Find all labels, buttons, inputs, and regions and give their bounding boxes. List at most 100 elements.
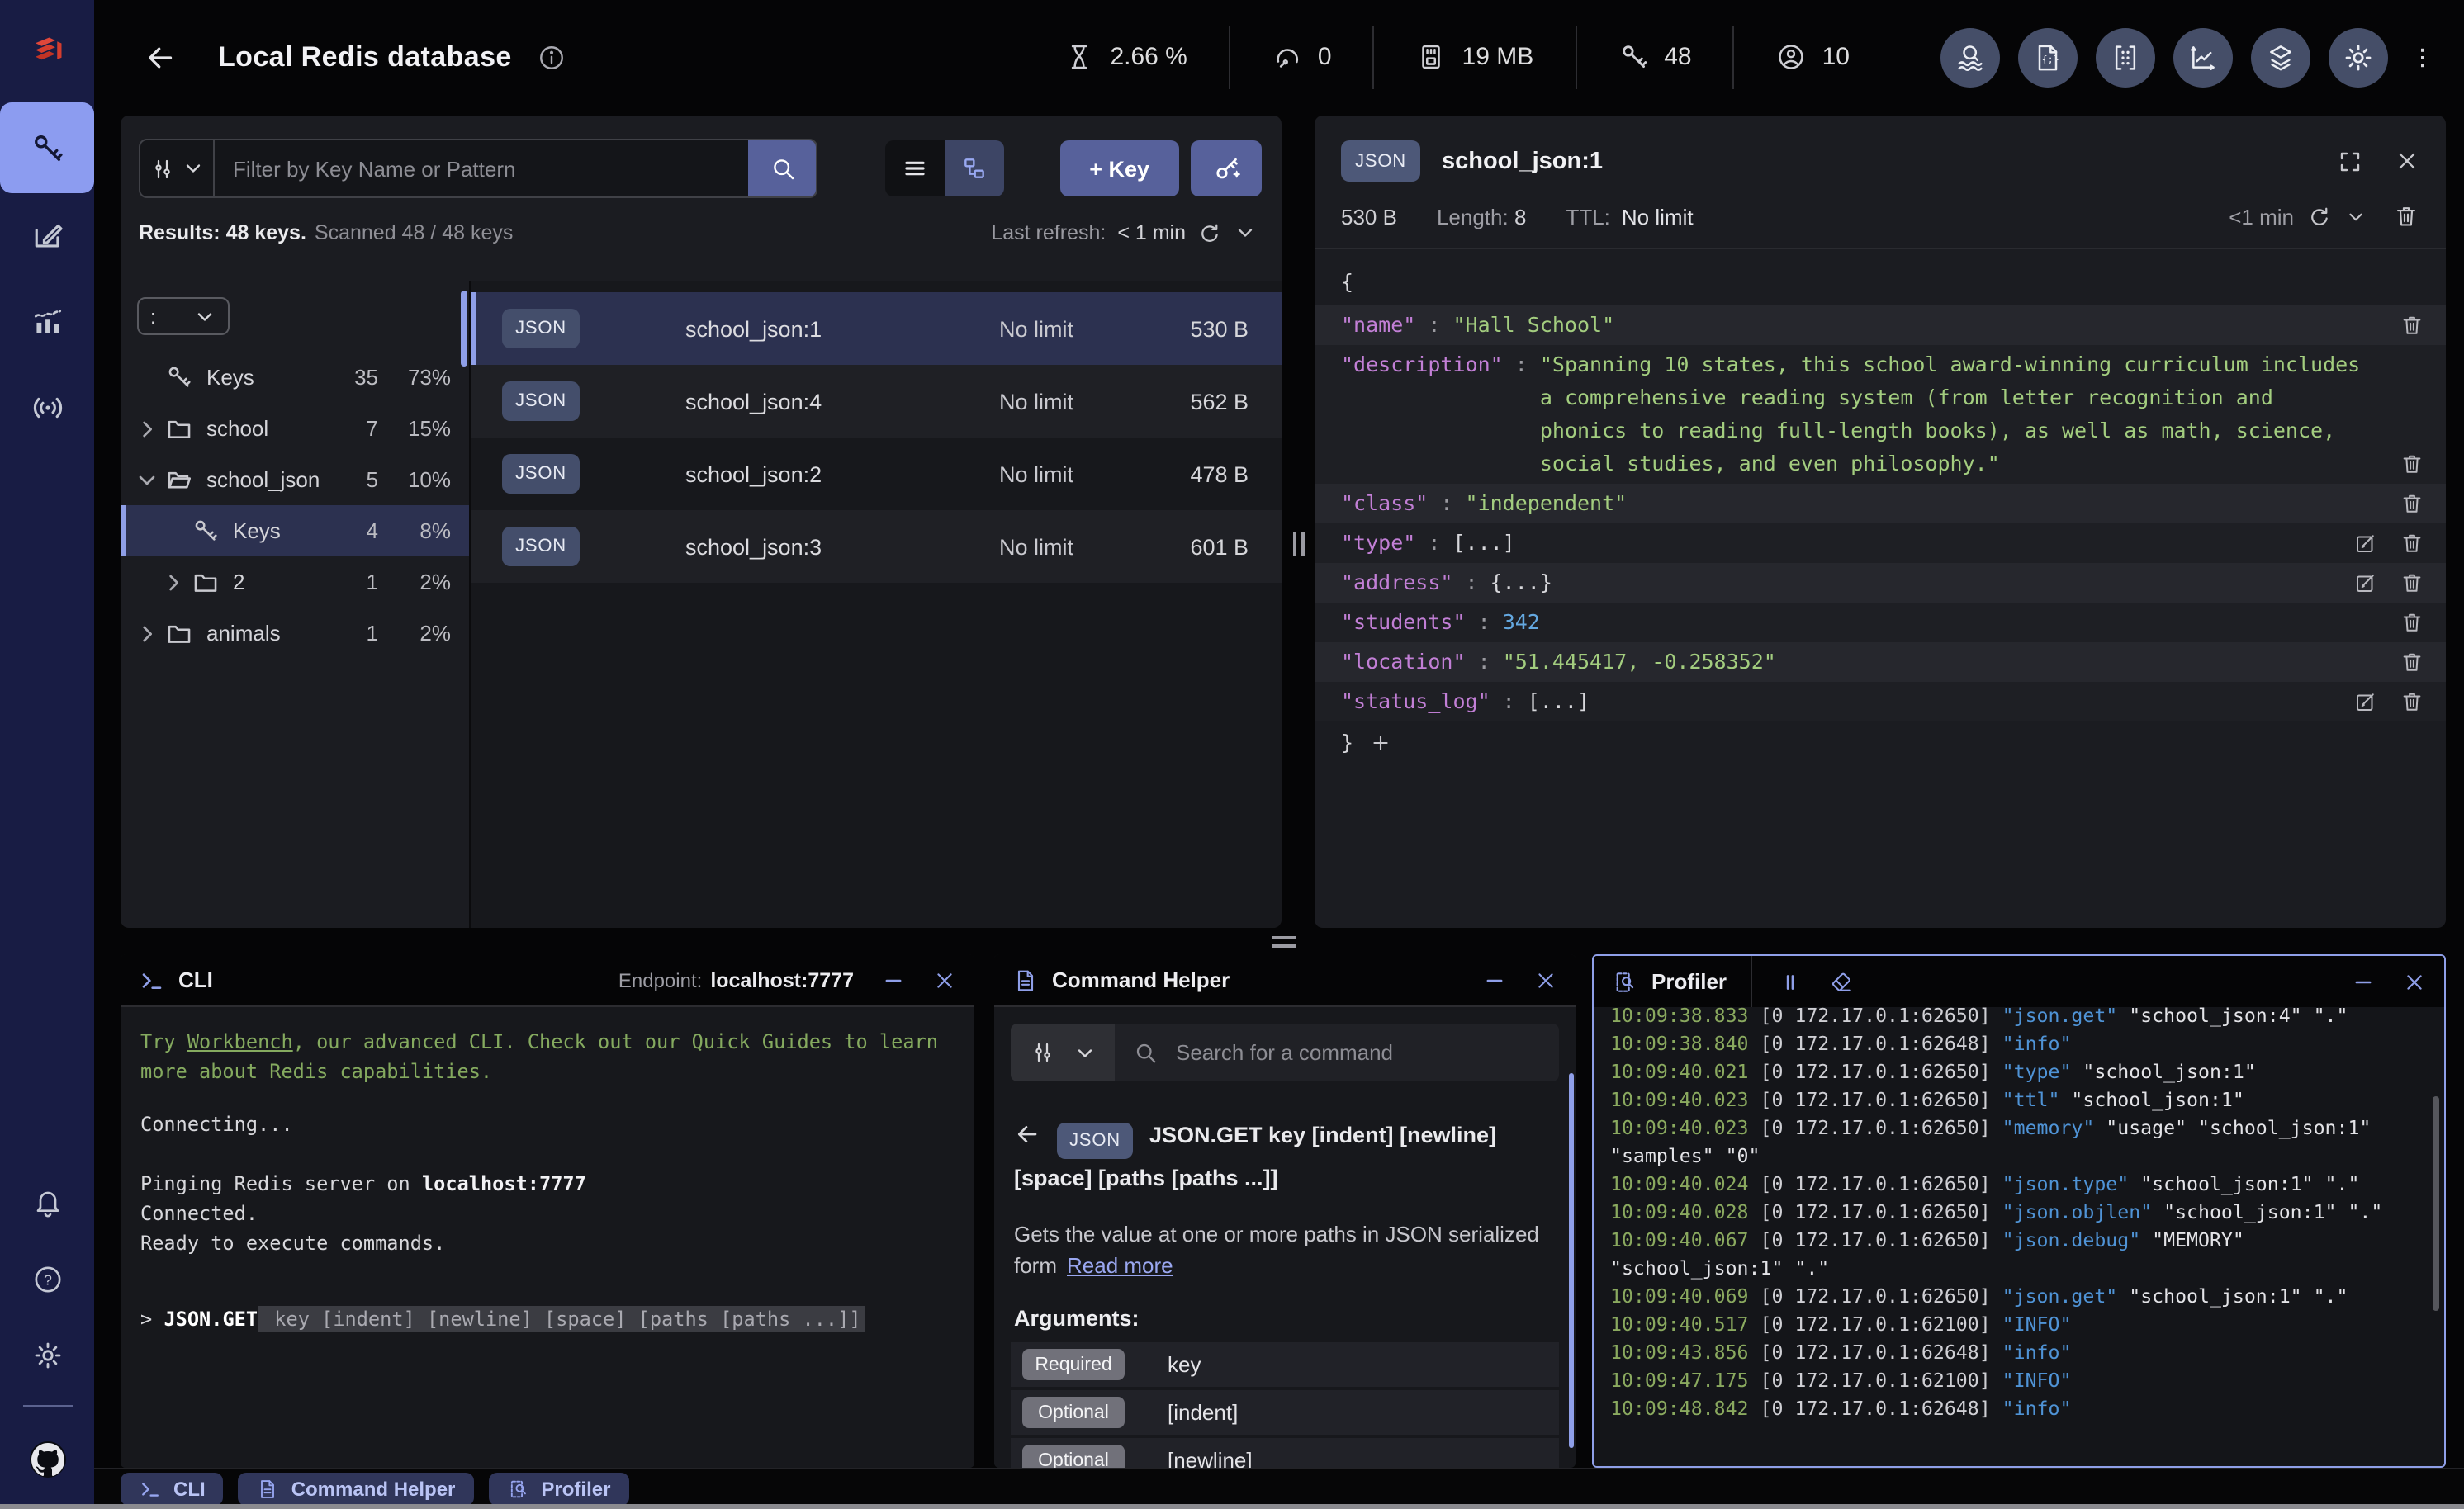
- refresh-options-chevron-icon[interactable]: [2345, 206, 2367, 227]
- json-value[interactable]: [...]: [1452, 527, 1514, 560]
- bulk-matrix-icon: [2109, 40, 2142, 73]
- cli-output[interactable]: Try Workbench, our advanced CLI. Check o…: [121, 1007, 974, 1468]
- tree-view-button[interactable]: [945, 140, 1004, 196]
- sidebar-item-github[interactable]: [0, 1426, 94, 1492]
- key-row-school-json-2[interactable]: JSON school_json:2 No limit 478 B: [471, 438, 1282, 510]
- close-icon[interactable]: [933, 968, 956, 991]
- search-button[interactable]: [748, 140, 816, 196]
- edit-field-icon[interactable]: [2353, 688, 2378, 715]
- cli-line: Connected.: [140, 1202, 258, 1225]
- sidebar-item-help[interactable]: ?: [0, 1246, 94, 1313]
- command-group-dropdown[interactable]: [1011, 1024, 1115, 1081]
- sparkle-key-button[interactable]: [1191, 140, 1262, 196]
- edit-field-icon[interactable]: [2353, 570, 2378, 596]
- list-view-button[interactable]: [885, 140, 945, 196]
- delimiter-select[interactable]: :: [137, 297, 230, 335]
- command-helper-scrollbar[interactable]: [1569, 1073, 1574, 1448]
- bottom-tab-cli[interactable]: CLI: [121, 1473, 224, 1506]
- redisinsight-app: ? Local Redis database 2.66 % 0 19 MB 48 10 …: [0, 0, 2464, 1509]
- command-search-input[interactable]: [1173, 1038, 1541, 1067]
- pause-icon[interactable]: [1778, 970, 1801, 993]
- json-value[interactable]: "Spanning 10 states, this school award-w…: [1540, 348, 2360, 480]
- argument-row--newline-: Optional [newline]: [1011, 1438, 1559, 1468]
- sidebar-item-pub-sub[interactable]: [0, 365, 94, 451]
- json-value[interactable]: "Hall School": [1452, 309, 1614, 342]
- expand-panel-icon[interactable]: [2337, 148, 2363, 174]
- json-colon: :: [1490, 688, 1528, 713]
- key-type-badge: JSON: [502, 309, 580, 348]
- horizontal-splitter[interactable]: [121, 930, 2446, 953]
- tree-item-animals[interactable]: animals 1 2%: [121, 608, 469, 659]
- refresh-icon[interactable]: [2307, 204, 2332, 229]
- chevron-down-icon: [181, 157, 204, 180]
- tree-item-2[interactable]: 2 1 2%: [121, 556, 469, 608]
- key-row-school-json-3[interactable]: JSON school_json:3 No limit 601 B: [471, 510, 1282, 583]
- delete-field-icon[interactable]: [2400, 570, 2424, 596]
- cli-prompt[interactable]: > JSON.GET key [indent] [newline] [space…: [140, 1304, 961, 1334]
- list-view-icon: [902, 155, 928, 182]
- add-json-field-icon[interactable]: [1368, 731, 1391, 754]
- minimize-icon[interactable]: [2352, 970, 2375, 993]
- json-value[interactable]: {...}: [1490, 566, 1552, 599]
- edit-field-icon[interactable]: [2353, 530, 2378, 556]
- json-value[interactable]: [...]: [1528, 685, 1590, 718]
- back-button[interactable]: [144, 40, 177, 73]
- tool-gear-button[interactable]: [2329, 27, 2388, 87]
- ttl-value[interactable]: No limit: [1622, 204, 1694, 229]
- refresh-icon[interactable]: [1197, 220, 1222, 245]
- key-row-school-json-1[interactable]: JSON school_json:1 No limit 530 B: [471, 292, 1282, 365]
- add-key-button[interactable]: + Key: [1059, 140, 1179, 196]
- minimize-icon[interactable]: [1483, 968, 1506, 991]
- clear-icon[interactable]: [1827, 968, 1854, 995]
- refresh-options-chevron-icon[interactable]: [1234, 221, 1257, 244]
- bottom-tab-profiler[interactable]: Profiler: [488, 1473, 629, 1506]
- tool-layers-button[interactable]: [2251, 27, 2310, 87]
- delete-field-icon[interactable]: [2400, 688, 2424, 715]
- delete-key-icon[interactable]: [2393, 203, 2419, 229]
- json-value[interactable]: "51.445417, -0.258352": [1503, 646, 1776, 679]
- vertical-splitter[interactable]: [1282, 116, 1315, 928]
- delete-field-icon[interactable]: [2400, 530, 2424, 556]
- kebab-menu-icon[interactable]: [2410, 44, 2436, 70]
- json-value[interactable]: "independent": [1466, 487, 1628, 520]
- key-row-school-json-4[interactable]: JSON school_json:4 No limit 562 B: [471, 365, 1282, 438]
- profiler-scrollbar[interactable]: [2433, 1096, 2439, 1311]
- tree-item-keys[interactable]: Keys 35 73%: [121, 352, 469, 403]
- read-more-link[interactable]: Read more: [1067, 1253, 1173, 1278]
- tool-bulk-matrix-button[interactable]: [2096, 27, 2155, 87]
- filter-type-dropdown[interactable]: [140, 140, 215, 196]
- sidebar-item-notifications[interactable]: [0, 1171, 94, 1237]
- minimize-icon[interactable]: [882, 968, 905, 991]
- tree-item-school[interactable]: school 7 15%: [121, 403, 469, 454]
- cli-title: CLI: [178, 967, 213, 992]
- tool-json-file-button[interactable]: {;}: [2018, 27, 2078, 87]
- sidebar-item-workbench[interactable]: [0, 193, 94, 279]
- back-icon[interactable]: [1014, 1121, 1040, 1147]
- delete-field-icon[interactable]: [2400, 490, 2424, 517]
- profiler-icon: [506, 1478, 529, 1501]
- sidebar-item-browser[interactable]: [0, 102, 94, 193]
- tree-item-school-json[interactable]: school_json 5 10%: [121, 454, 469, 505]
- tool-chart-line-button[interactable]: [2173, 27, 2233, 87]
- profiler-log[interactable]: 10:09:38.833 [0 172.17.0.1:62650] "json.…: [1594, 1007, 2444, 1466]
- close-panel-icon[interactable]: [2395, 149, 2419, 173]
- tree-item-percent: 15%: [407, 416, 451, 441]
- log-args: "school_json:1": [2071, 1060, 2256, 1083]
- sidebar-item-analytics[interactable]: [0, 279, 94, 365]
- sidebar-item-settings[interactable]: [0, 1322, 94, 1388]
- delete-field-icon[interactable]: [2400, 649, 2424, 675]
- close-icon[interactable]: [1534, 968, 1557, 991]
- json-value[interactable]: 342: [1503, 606, 1540, 639]
- tool-wave-search-button[interactable]: [1940, 27, 2000, 87]
- tree-scrollbar[interactable]: [461, 291, 467, 367]
- key-size: 530 B: [1341, 204, 1397, 229]
- delete-field-icon[interactable]: [2400, 312, 2424, 338]
- key-filter-input[interactable]: [215, 140, 748, 196]
- delete-field-icon[interactable]: [2400, 609, 2424, 636]
- delete-field-icon[interactable]: [2400, 451, 2424, 477]
- workbench-link[interactable]: Workbench: [187, 1030, 293, 1053]
- tree-item-keys[interactable]: Keys 4 8%: [121, 505, 469, 556]
- close-icon[interactable]: [2403, 970, 2426, 993]
- bottom-tab-command-helper[interactable]: Command Helper: [238, 1473, 474, 1506]
- info-icon[interactable]: [537, 42, 566, 72]
